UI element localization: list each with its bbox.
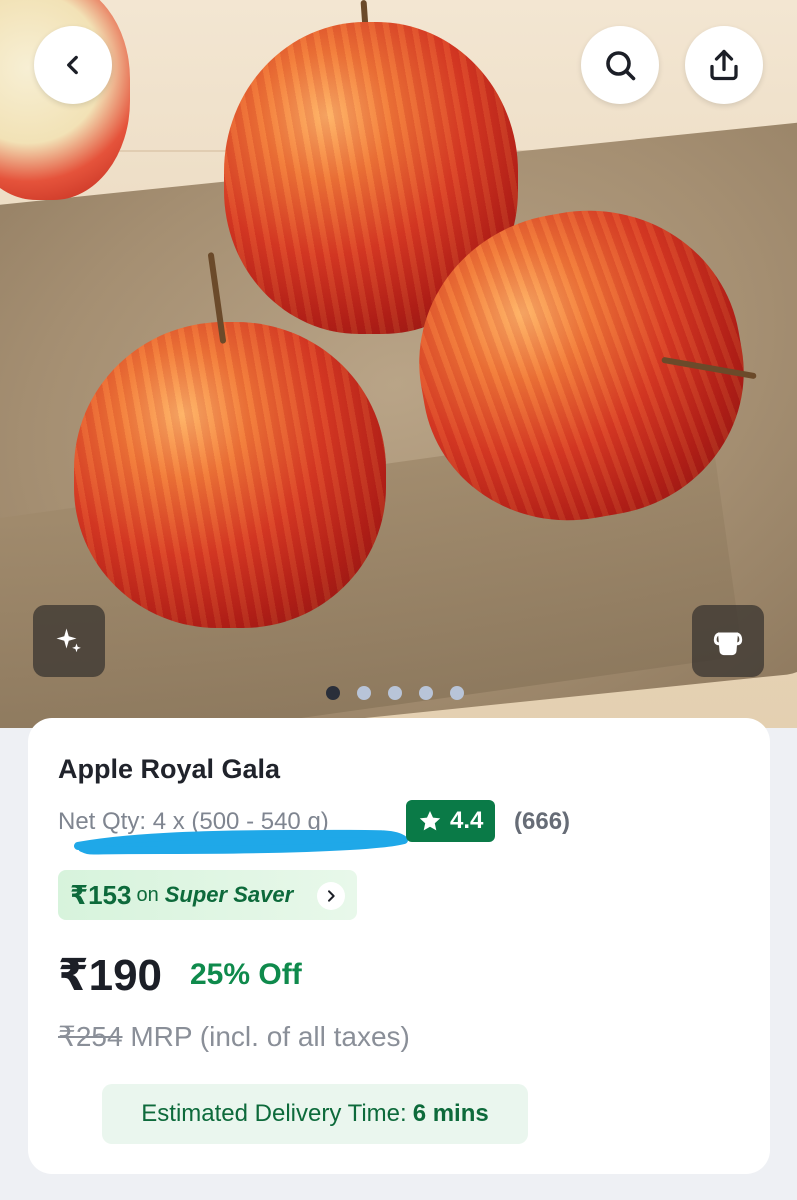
search-button[interactable] bbox=[581, 26, 659, 104]
media-toggle-button[interactable] bbox=[692, 605, 764, 677]
super-saver-on-text: on bbox=[136, 883, 159, 906]
gallery-pagination bbox=[326, 686, 464, 700]
product-info-card: Apple Royal Gala Net Qty: 4 x (500 - 540… bbox=[28, 718, 770, 1174]
rating-badge[interactable]: 4.4 bbox=[406, 800, 496, 842]
apple-image bbox=[74, 322, 386, 628]
share-button[interactable] bbox=[685, 26, 763, 104]
gallery-dot[interactable] bbox=[326, 686, 340, 700]
ai-sparkle-button[interactable] bbox=[33, 605, 105, 677]
search-icon bbox=[606, 51, 636, 81]
discount-percent: 25% Off bbox=[190, 958, 302, 991]
gallery-dot[interactable] bbox=[419, 686, 433, 700]
super-saver-label: Super Saver bbox=[164, 882, 294, 907]
super-saver-price: ₹153 bbox=[70, 879, 132, 910]
back-button[interactable] bbox=[34, 26, 112, 104]
mrp-text: MRP (incl. of all taxes) bbox=[130, 1021, 410, 1052]
super-saver-banner[interactable]: ₹153 on Super Saver bbox=[58, 870, 357, 920]
chevron-left-icon bbox=[67, 55, 78, 75]
rating-value: 4.4 bbox=[450, 807, 484, 834]
gallery-dot[interactable] bbox=[450, 686, 464, 700]
gallery-dot[interactable] bbox=[357, 686, 371, 700]
gallery-dot[interactable] bbox=[388, 686, 402, 700]
selling-price: ₹190 bbox=[58, 951, 163, 1000]
mrp-row: ₹254 MRP (incl. of all taxes) bbox=[58, 1020, 410, 1053]
sparkle-icon bbox=[56, 628, 81, 653]
cup-icon bbox=[713, 632, 743, 656]
eta-value: 6 mins bbox=[412, 1100, 489, 1127]
product-image-gallery[interactable] bbox=[0, 0, 797, 728]
star-icon bbox=[419, 811, 441, 831]
rating-count[interactable]: (666) bbox=[514, 808, 570, 836]
share-icon bbox=[710, 49, 738, 81]
eta-label: Estimated Delivery Time: bbox=[141, 1100, 407, 1127]
mrp-value: ₹254 bbox=[58, 1021, 123, 1052]
chevron-right-icon bbox=[317, 882, 345, 910]
pen-scribble-annotation bbox=[74, 829, 408, 855]
delivery-eta-badge: Estimated Delivery Time: 6 mins bbox=[102, 1084, 528, 1144]
product-title: Apple Royal Gala bbox=[58, 754, 281, 784]
